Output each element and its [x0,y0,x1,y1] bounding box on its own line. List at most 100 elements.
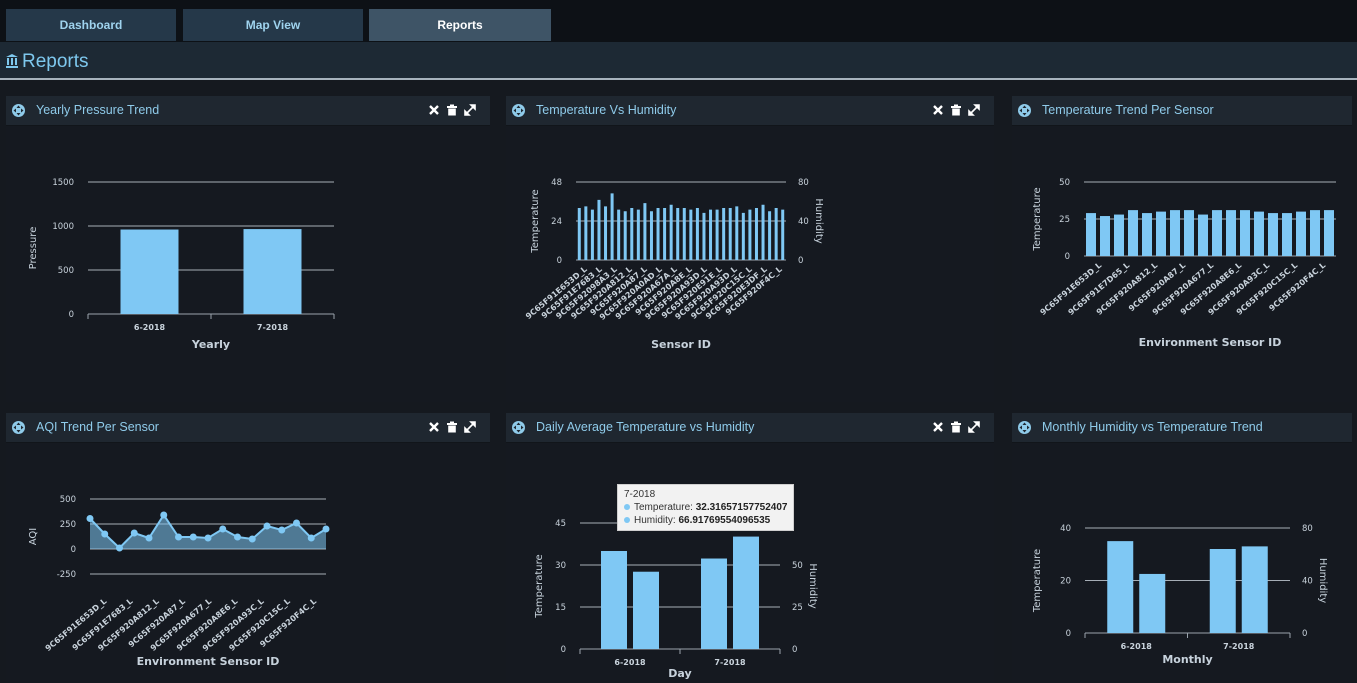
data-point[interactable] [234,533,241,541]
data-point[interactable] [204,534,212,542]
bar[interactable] [1226,210,1236,256]
bar[interactable] [689,209,693,260]
bar[interactable] [1156,211,1166,256]
trash-icon[interactable] [950,104,962,116]
tab-reports[interactable]: Reports [369,9,551,41]
bar[interactable] [649,211,653,260]
bar[interactable] [761,204,765,260]
bar[interactable] [741,212,745,260]
data-point[interactable] [248,535,256,543]
bar[interactable] [1086,213,1096,256]
bar[interactable] [1184,210,1194,256]
bar[interactable] [1241,546,1268,633]
bar[interactable] [617,209,621,260]
bar[interactable] [768,211,772,260]
bar[interactable] [1282,213,1292,256]
panel-header[interactable]: Yearly Pressure Trend [6,96,490,126]
data-point[interactable] [322,525,330,533]
bar[interactable] [748,209,752,260]
bar[interactable] [577,208,581,260]
bar[interactable] [601,551,627,649]
data-point[interactable] [293,519,300,527]
bar[interactable] [610,193,614,260]
expand-icon[interactable] [464,421,476,433]
panel-header[interactable]: Temperature Trend Per Sensor [1012,96,1352,126]
bar[interactable] [781,209,785,260]
close-icon[interactable] [932,421,944,433]
trash-icon[interactable] [950,421,962,433]
expand-icon[interactable] [968,104,980,116]
data-point[interactable] [160,511,168,519]
bar[interactable] [1254,211,1264,256]
bar[interactable] [1240,210,1250,256]
bar[interactable] [1142,213,1152,256]
bar[interactable] [701,558,727,649]
bar[interactable] [1212,210,1222,256]
move-icon[interactable] [512,104,525,117]
data-point[interactable] [307,534,315,542]
data-point[interactable] [101,530,109,538]
panel-header[interactable]: AQI Trend Per Sensor [6,413,490,443]
panel-header[interactable]: Daily Average Temperature vs Humidity [506,413,994,443]
bar[interactable] [682,208,686,260]
bar[interactable] [1324,210,1334,256]
data-point[interactable] [263,522,271,530]
bar[interactable] [695,208,699,260]
bar[interactable] [754,208,758,260]
close-icon[interactable] [932,104,944,116]
bar[interactable] [715,209,719,260]
bar[interactable] [643,203,647,260]
bar[interactable] [1268,213,1278,256]
expand-icon[interactable] [968,421,980,433]
move-icon[interactable] [1018,421,1031,434]
data-point[interactable] [175,533,182,541]
bar[interactable] [1209,549,1236,633]
data-point[interactable] [278,526,286,534]
trash-icon[interactable] [446,421,458,433]
bar[interactable] [1198,214,1208,256]
data-point[interactable] [189,533,197,541]
bar[interactable] [243,229,302,314]
bar[interactable] [1128,210,1138,256]
bar[interactable] [590,209,594,260]
panel-header[interactable]: Temperature Vs Humidity [506,96,994,126]
bar[interactable] [1114,214,1124,256]
bar[interactable] [1296,211,1306,256]
bar[interactable] [663,208,667,260]
bar[interactable] [630,208,634,260]
move-icon[interactable] [12,104,25,117]
bar[interactable] [1139,573,1166,633]
bar[interactable] [735,206,739,260]
data-point[interactable] [145,534,153,542]
bar[interactable] [733,536,759,649]
bar[interactable] [669,204,673,260]
bar[interactable] [1170,210,1180,256]
bar[interactable] [1310,210,1320,256]
bar[interactable] [722,208,726,260]
bar[interactable] [774,208,778,260]
bar[interactable] [633,571,659,649]
bar[interactable] [702,212,706,260]
bar[interactable] [623,211,627,260]
data-point[interactable] [219,525,227,533]
bar[interactable] [1100,216,1110,256]
tab-dashboard[interactable]: Dashboard [6,9,176,41]
bar[interactable] [676,208,680,260]
panel-header[interactable]: Monthly Humidity vs Temperature Trend [1012,413,1352,443]
bar[interactable] [604,206,608,260]
close-icon[interactable] [428,104,440,116]
bar[interactable] [1107,541,1134,633]
data-point[interactable] [116,544,123,552]
bar[interactable] [656,208,660,260]
expand-icon[interactable] [464,104,476,116]
bar[interactable] [597,199,601,260]
bar[interactable] [728,208,732,260]
bar[interactable] [584,206,588,260]
bar[interactable] [636,209,640,260]
trash-icon[interactable] [446,104,458,116]
data-point[interactable] [86,515,94,522]
move-icon[interactable] [512,421,525,434]
move-icon[interactable] [12,421,25,434]
tab-map-view[interactable]: Map View [183,9,363,41]
bar[interactable] [709,209,713,260]
